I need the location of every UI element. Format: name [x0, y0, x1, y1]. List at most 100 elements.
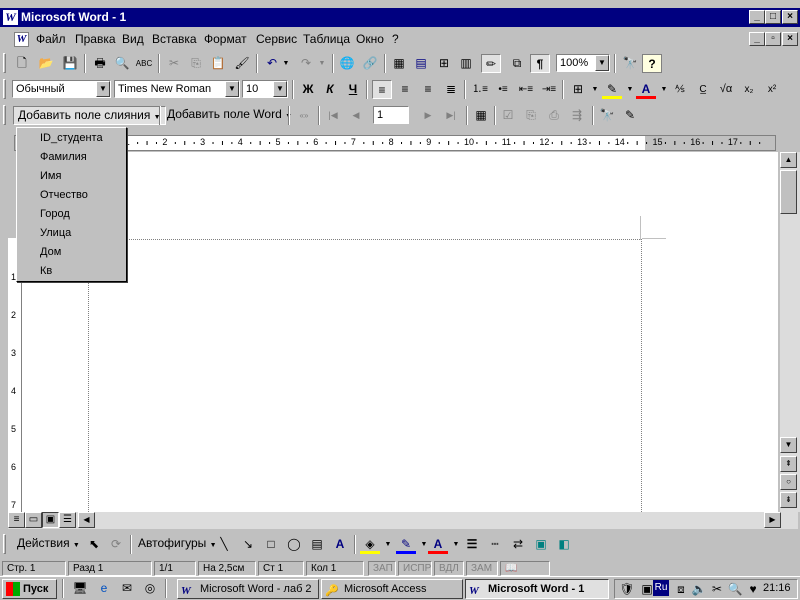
word-app-icon[interactable]: W [3, 10, 18, 25]
menu-insert[interactable]: Вставка [152, 32, 197, 46]
chevron-down-icon[interactable]: ▼ [595, 55, 609, 71]
rectangle-icon[interactable]: □ [261, 535, 281, 554]
save-icon[interactable]: 💾 [60, 54, 80, 73]
tray-app-icon[interactable]: ♥ [743, 580, 763, 599]
select-browse-object-button[interactable]: ○ [780, 474, 797, 490]
autoshapes-button[interactable]: Автофигуры ▼ [134, 535, 221, 554]
document-area[interactable] [22, 152, 778, 514]
scroll-thumb[interactable] [780, 170, 797, 214]
status-trk[interactable]: ИСПР [398, 561, 432, 576]
fill-color-dropdown-icon[interactable]: ▼ [378, 535, 398, 554]
task-word-1[interactable]: W Microsoft Word - 1 [465, 579, 609, 599]
doc-close-button[interactable]: × [782, 32, 798, 46]
first-record-icon[interactable]: |◀ [323, 106, 343, 125]
scheduler-icon[interactable]: ✂ [707, 580, 727, 599]
character-spacing-icon[interactable]: C̲ [693, 80, 713, 99]
find-record-icon[interactable]: 🔭 [597, 106, 617, 125]
undo-dropdown-icon[interactable]: ▼ [276, 54, 296, 73]
underline-icon[interactable]: Ч [343, 80, 363, 99]
horizontal-ruler[interactable]: 1 2 3 4 5 6 7 8 9 10 11 12 13 14 15 16 17 [14, 135, 776, 151]
redo-dropdown-icon[interactable]: ▼ [312, 54, 332, 73]
style-select[interactable]: Обычный ▼ [12, 80, 111, 98]
paste-icon[interactable]: 📋 [208, 54, 228, 73]
next-page-button[interactable]: ⇟ [780, 492, 797, 508]
doc-minimize-button[interactable]: _ [749, 32, 765, 46]
line-style-icon[interactable]: ☰ [462, 535, 482, 554]
merge-field-item[interactable]: ID_студента [40, 132, 103, 144]
menu-format[interactable]: Формат [204, 32, 247, 46]
bullets-icon[interactable]: •≡ [493, 80, 513, 99]
line-color-icon[interactable]: ✎ [396, 535, 416, 554]
doc-restore-button[interactable]: ▫ [765, 32, 781, 46]
chevron-down-icon[interactable]: ▼ [96, 81, 110, 97]
start-merge-icon[interactable]: ⇶ [567, 106, 587, 125]
hyperlink-icon[interactable]: 🔗 [360, 54, 380, 73]
next-record-icon[interactable]: ▶ [418, 106, 438, 125]
subscript-icon[interactable]: x₂ [739, 80, 759, 99]
record-number-field[interactable]: 1 [373, 106, 409, 124]
format-painter-icon[interactable]: 🖌 [232, 54, 252, 73]
decrease-indent-icon[interactable]: ⇤≡ [516, 80, 536, 99]
show-desktop-icon[interactable]: 🖥 [70, 579, 90, 598]
free-rotate-icon[interactable]: ⟳ [106, 535, 126, 554]
merge-field-item[interactable]: Кв [40, 265, 52, 277]
view-merged-data-icon[interactable]: «» [294, 106, 314, 125]
merge-to-document-icon[interactable]: ⎘ [521, 106, 541, 125]
increase-indent-icon[interactable]: ⇥≡ [539, 80, 559, 99]
merge-field-item[interactable]: Отчество [40, 189, 88, 201]
arrow-style-icon[interactable]: ⇄ [508, 535, 528, 554]
task-word-lab2[interactable]: W Microsoft Word - лаб 2 [177, 579, 319, 599]
new-document-icon[interactable]: 🗋 [12, 54, 32, 73]
edit-data-source-icon[interactable]: ✎ [620, 106, 640, 125]
draw-actions-button[interactable]: Действия ▼ [13, 535, 84, 554]
toolbar-grip[interactable] [3, 534, 6, 554]
arrow-icon[interactable]: ↘ [238, 535, 258, 554]
merge-field-item[interactable]: Город [40, 208, 70, 220]
justify-icon[interactable]: ≣ [441, 80, 461, 99]
superscript-icon[interactable]: x² [762, 80, 782, 99]
mail-merge-helper-icon[interactable]: ▦ [471, 106, 491, 125]
volume-icon[interactable]: 🔈 [689, 580, 709, 599]
last-record-icon[interactable]: ▶| [441, 106, 461, 125]
merge-field-item[interactable]: Фамилия [40, 151, 87, 163]
shield-icon[interactable]: 🛡 [617, 580, 637, 599]
open-folder-icon[interactable]: 📂 [36, 54, 56, 73]
scroll-left-button[interactable]: ◀ [78, 512, 95, 528]
numbering-icon[interactable]: ⒈≡ [470, 80, 490, 99]
horizontal-scrollbar[interactable]: ≡ ▭ ▣ ☰ ◀ ▶ [8, 512, 798, 529]
web-layout-icon[interactable]: ▭ [25, 512, 42, 528]
menu-file[interactable]: Файл [36, 32, 66, 46]
merge-field-item[interactable]: Улица [40, 227, 71, 239]
insert-table-icon[interactable]: ▤ [411, 54, 431, 73]
web-globe-icon[interactable]: 🌐 [337, 54, 357, 73]
status-ovr[interactable]: ЗАМ [466, 561, 498, 576]
antivirus-icon[interactable]: 🔍 [725, 580, 745, 599]
fill-color-icon[interactable]: ◈ [360, 535, 380, 554]
close-button[interactable]: × [782, 10, 798, 24]
wordart-icon[interactable]: A [330, 535, 350, 554]
merge-field-item[interactable]: Имя [40, 170, 61, 182]
align-left-icon[interactable]: ≡ [372, 80, 392, 99]
vertical-scrollbar[interactable]: ▲ ▼ ⇞ ○ ⇟ [780, 152, 800, 512]
merge-field-item[interactable]: Дом [40, 246, 61, 258]
scroll-up-button[interactable]: ▲ [780, 152, 797, 168]
maximize-button[interactable]: □ [765, 10, 781, 24]
cut-icon[interactable]: ✂ [164, 54, 184, 73]
outlook-icon[interactable]: ✉ [117, 579, 137, 598]
italic-icon[interactable]: К [320, 80, 340, 99]
menu-view[interactable]: Вид [122, 32, 144, 46]
3d-icon[interactable]: ◧ [554, 535, 574, 554]
insert-merge-field-button[interactable]: Добавить поле слияния ▼ [13, 106, 166, 125]
scroll-down-button[interactable]: ▼ [780, 437, 797, 453]
document-map-icon[interactable]: ⧉ [507, 54, 527, 73]
highlight-icon[interactable]: ✎ [602, 80, 622, 99]
chevron-down-icon[interactable]: ▼ [225, 81, 239, 97]
align-center-icon[interactable]: ≡ [395, 80, 415, 99]
toolbar-grip[interactable] [3, 105, 6, 125]
internet-explorer-icon[interactable]: e [94, 579, 114, 598]
print-layout-icon[interactable]: ▣ [42, 512, 59, 528]
line-icon[interactable]: ╲ [214, 535, 234, 554]
merge-to-printer-icon[interactable]: ⎙ [544, 106, 564, 125]
equation-icon[interactable]: √α [716, 80, 736, 99]
task-access[interactable]: 🔑 Microsoft Access [321, 579, 463, 599]
